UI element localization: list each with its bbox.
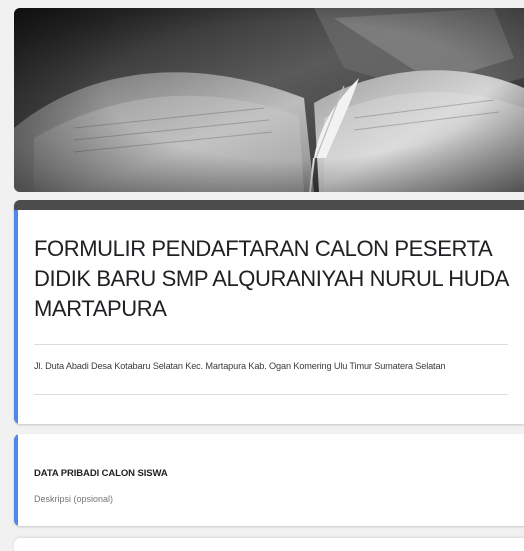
- form-title[interactable]: FORMULIR PENDAFTARAN CALON PESERTA DIDIK…: [34, 234, 514, 324]
- description-divider: [34, 394, 508, 395]
- form-description[interactable]: Jl. Duta Abadi Desa Kotabaru Selatan Kec…: [34, 361, 514, 371]
- form-title-card[interactable]: FORMULIR PENDAFTARAN CALON PESERTA DIDIK…: [14, 200, 524, 424]
- theme-color-bar: [14, 200, 524, 210]
- section-indicator: [14, 434, 18, 526]
- active-card-indicator: [14, 210, 18, 424]
- title-divider: [34, 344, 508, 345]
- next-card[interactable]: [14, 538, 524, 551]
- section-description[interactable]: Deskripsi (opsional): [34, 494, 113, 504]
- header-image: [14, 8, 524, 192]
- section-title[interactable]: DATA PRIBADI CALON SISWA: [34, 468, 168, 479]
- book-quill-icon: [14, 8, 524, 192]
- form-editor-page: FORMULIR PENDAFTARAN CALON PESERTA DIDIK…: [0, 0, 524, 551]
- section-card[interactable]: DATA PRIBADI CALON SISWA Deskripsi (opsi…: [14, 434, 524, 526]
